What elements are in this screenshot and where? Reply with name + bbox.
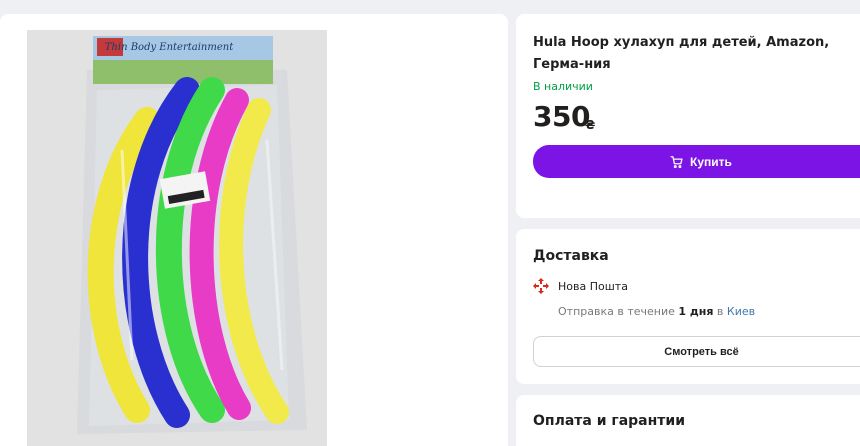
see-all-delivery-button[interactable]: Смотреть всё	[533, 336, 860, 367]
buy-button[interactable]: Купить	[533, 145, 860, 178]
product-page: Thin Body Entertainment Hula Hoop хулаху…	[0, 0, 860, 446]
dispatch-time: 1 дня	[678, 305, 714, 318]
product-title: Hula Hoop хулахуп для детей, Amazon, Гер…	[533, 35, 830, 72]
payment-heading: Оплата и гарантии	[533, 413, 686, 429]
nova-poshta-icon	[533, 278, 549, 294]
cart-icon	[670, 155, 684, 169]
dispatch-prefix: Отправка в течение	[558, 305, 675, 318]
product-photo[interactable]: Thin Body Entertainment	[27, 30, 327, 446]
dispatch-info: Отправка в течение 1 дня в Киев	[558, 305, 755, 318]
dispatch-in: в	[716, 305, 724, 318]
carrier-row: Нова Пошта	[533, 278, 628, 294]
payment-card: Оплата и гарантии	[516, 395, 860, 446]
carrier-name: Нова Пошта	[558, 279, 628, 293]
product-gallery: Thin Body Entertainment	[0, 14, 508, 446]
price-currency: ₴	[585, 118, 596, 132]
hula-hoop-image	[27, 30, 327, 446]
dispatch-city-link[interactable]: Киев	[727, 305, 755, 318]
product-summary-card: Hula Hoop хулахуп для детей, Amazon, Гер…	[516, 14, 860, 218]
availability-status: В наличии	[533, 80, 593, 93]
buy-button-label: Купить	[690, 154, 732, 169]
price-value: 350	[533, 100, 590, 133]
delivery-heading: Доставка	[533, 248, 609, 264]
package-label: Thin Body Entertainment	[104, 42, 234, 53]
delivery-card: Доставка Нова Пошта Отправка в течение 1…	[516, 229, 860, 384]
